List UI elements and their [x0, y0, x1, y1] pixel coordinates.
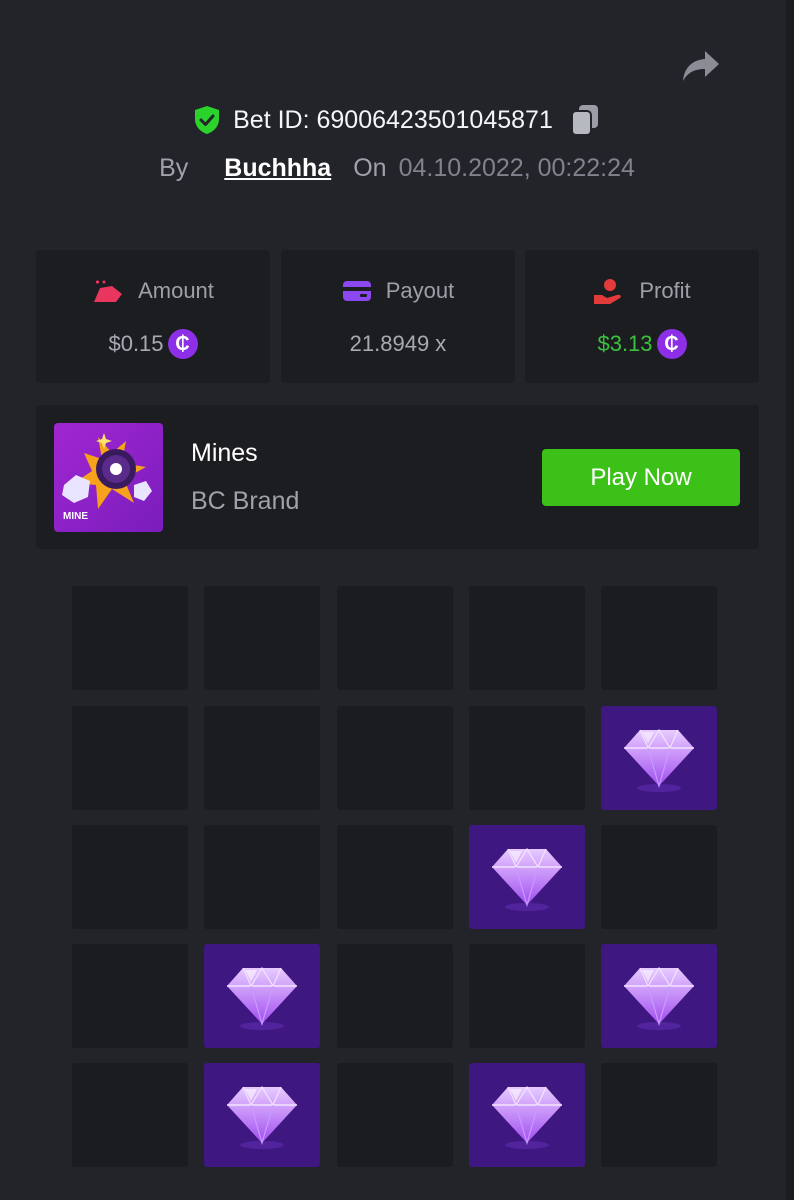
board-tile[interactable] [72, 1063, 188, 1167]
board-tile[interactable] [601, 1063, 717, 1167]
username-link[interactable]: Buchhha [224, 154, 331, 183]
board-tile[interactable] [204, 586, 320, 690]
bet-date: 04.10.2022, 00:22:24 [398, 153, 635, 182]
board-tile[interactable] [469, 706, 585, 810]
board-tile[interactable] [337, 706, 453, 810]
board-tile[interactable] [337, 944, 453, 1048]
profit-label: Profit [639, 278, 691, 303]
shield-check-icon [195, 106, 220, 134]
game-brand: BC Brand [191, 487, 300, 515]
board-tile-gem[interactable] [204, 944, 320, 1048]
board-tile-gem[interactable] [469, 1063, 585, 1167]
gem-icon [492, 847, 562, 911]
board-tile-gem[interactable] [204, 1063, 320, 1167]
coin-icon: ₵ [167, 329, 198, 359]
gem-icon [624, 966, 694, 1030]
profit-value: $3.13 [597, 331, 653, 356]
wallet-icon [342, 281, 371, 301]
board-tile[interactable] [601, 586, 717, 690]
board-tile[interactable] [72, 944, 188, 1048]
bet-id-row: Bet ID: 69006423501045871 [0, 100, 794, 140]
amount-icon [94, 280, 123, 302]
mines-board [72, 586, 717, 1167]
play-now-button[interactable]: Play Now [542, 449, 740, 506]
share-button[interactable] [680, 48, 722, 84]
board-tile[interactable] [337, 586, 453, 690]
board-tile[interactable] [337, 825, 453, 929]
coin-icon: ₵ [656, 329, 687, 359]
board-tile-gem[interactable] [601, 944, 717, 1048]
gem-icon [227, 1085, 297, 1149]
bet-id-text: Bet ID: 69006423501045871 [233, 105, 553, 134]
board-tile[interactable] [337, 1063, 453, 1167]
amount-label: Amount [138, 278, 214, 303]
copy-button[interactable] [569, 103, 601, 137]
board-tile[interactable] [204, 706, 320, 810]
board-tile[interactable] [72, 825, 188, 929]
gem-icon [227, 966, 297, 1030]
board-tile[interactable] [469, 944, 585, 1048]
profit-card: Profit $3.13 ₵ [525, 250, 759, 383]
board-tile[interactable] [204, 825, 320, 929]
author-row: By Buchhha On 04.10.2022, 00:22:24 [0, 150, 794, 186]
game-thumb-label: MINE [63, 511, 88, 522]
payout-value: 21.8949 x [349, 331, 447, 356]
board-tile[interactable] [469, 586, 585, 690]
share-arrow-icon [683, 51, 719, 81]
board-tile[interactable] [72, 706, 188, 810]
by-label: By [159, 153, 189, 182]
game-name: Mines [191, 439, 258, 467]
game-card: MINE Mines BC Brand Play Now [36, 405, 759, 549]
board-tile[interactable] [72, 586, 188, 690]
on-label: On [353, 153, 387, 182]
board-tile-gem[interactable] [601, 706, 717, 810]
payout-label: Payout [385, 278, 455, 303]
bet-stats: Amount $0.15 ₵ Payout 21.8949 x Profit $… [36, 250, 759, 383]
game-thumbnail[interactable]: MINE [54, 423, 163, 532]
profit-hand-icon [594, 279, 622, 304]
board-tile[interactable] [601, 825, 717, 929]
copy-icon [570, 105, 598, 136]
gem-icon [492, 1085, 562, 1149]
payout-card: Payout 21.8949 x [281, 250, 515, 383]
board-tile-gem[interactable] [469, 825, 585, 929]
amount-value: $0.15 [108, 331, 164, 356]
gem-icon [624, 728, 694, 792]
amount-card: Amount $0.15 ₵ [36, 250, 270, 383]
